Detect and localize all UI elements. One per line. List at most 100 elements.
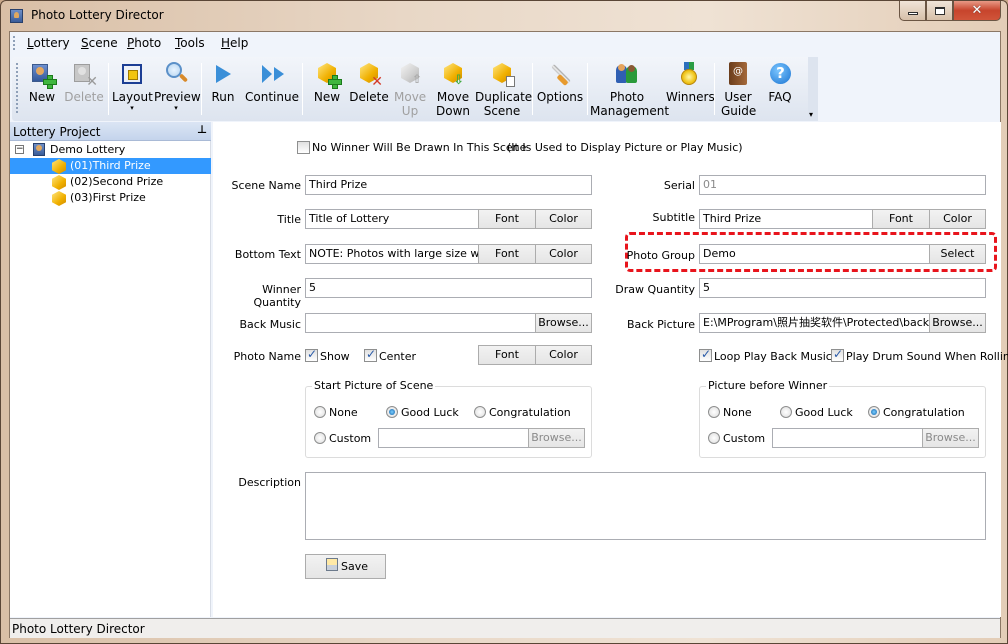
button-label-line2: Up	[401, 104, 419, 118]
collapse-icon[interactable]: −	[15, 145, 24, 154]
menu-lottery[interactable]: Lottery	[27, 36, 70, 50]
menu-tools[interactable]: Tools	[175, 36, 205, 50]
description-textarea[interactable]	[305, 472, 986, 540]
move-up-button[interactable]: ⇧ Move Up	[394, 60, 426, 118]
winner-good-luck-radio[interactable]	[780, 406, 792, 418]
maximize-button[interactable]	[926, 1, 953, 21]
photo-group-select-button[interactable]: Select	[929, 244, 986, 264]
start-custom-input[interactable]	[378, 428, 529, 448]
save-button[interactable]: Save	[305, 554, 386, 579]
close-button[interactable]: ✕	[953, 1, 1001, 21]
subtitle-input[interactable]: Third Prize	[699, 209, 873, 229]
tree-label: (03)First Prize	[70, 191, 146, 204]
preview-button[interactable]: Preview ▾	[154, 60, 201, 118]
continue-icon	[260, 62, 284, 86]
group-title: Picture before Winner	[706, 379, 830, 392]
winner-custom-browse-button[interactable]: Browse...	[922, 428, 979, 448]
winner-custom-radio[interactable]	[708, 432, 720, 444]
faq-button[interactable]: ? FAQ	[764, 60, 796, 118]
loop-music-checkbox[interactable]	[699, 347, 712, 362]
scene-cube-icon	[52, 159, 66, 174]
continue-button[interactable]: Continue	[244, 60, 300, 118]
back-music-input[interactable]	[305, 313, 536, 333]
photo-name-center-checkbox[interactable]	[364, 347, 377, 362]
new-lottery-button[interactable]: New	[24, 60, 60, 118]
run-button[interactable]: Run	[208, 60, 238, 118]
winner-none-radio[interactable]	[708, 406, 720, 418]
client-area: Lottery Scene Photo Tools Help New ✕ Del…	[9, 31, 1008, 638]
tree-label: (01)Third Prize	[70, 159, 151, 172]
minimize-button[interactable]	[899, 1, 926, 21]
scene-name-input[interactable]: Third Prize	[305, 175, 592, 195]
back-picture-input[interactable]: E:\MProgram\照片抽奖软件\Protected\back.jp	[699, 313, 930, 333]
person-delete-icon: ✕	[72, 62, 98, 89]
tree-item-third-prize[interactable]: (01)Third Prize	[10, 158, 211, 174]
subtitle-color-button[interactable]: Color	[929, 209, 986, 229]
photo-management-button[interactable]: Photo Management	[590, 60, 670, 118]
start-none-radio[interactable]	[314, 406, 326, 418]
bottom-text-font-button[interactable]: Font	[478, 244, 536, 264]
button-label: Move	[436, 90, 470, 104]
new-scene-button[interactable]: New	[309, 60, 345, 118]
back-picture-browse-button[interactable]: Browse...	[929, 313, 986, 333]
winner-congratulation-radio[interactable]	[868, 406, 880, 418]
start-congratulation-radio[interactable]	[474, 406, 486, 418]
delete-scene-button[interactable]: ✕ Delete	[348, 60, 390, 118]
tree-root-demo-lottery[interactable]: − Demo Lottery	[10, 142, 211, 158]
photo-group-input[interactable]: Demo	[699, 244, 930, 264]
menu-photo[interactable]: Photo	[127, 36, 161, 50]
no-winner-checkbox[interactable]	[297, 141, 310, 154]
window-title: Photo Lottery Director	[31, 8, 164, 22]
draw-quantity-input[interactable]: 5	[699, 278, 986, 298]
menu-grip[interactable]	[13, 36, 15, 52]
button-label: Winners	[666, 90, 715, 104]
menu-label: hoto	[134, 36, 162, 50]
tree-item-first-prize[interactable]: (03)First Prize	[10, 190, 211, 206]
menu-label: elp	[230, 36, 249, 50]
move-down-button[interactable]: ⇩ Move Down	[434, 60, 472, 118]
tree-item-second-prize[interactable]: (02)Second Prize	[10, 174, 211, 190]
user-guide-button[interactable]: User Guide	[721, 60, 756, 118]
scene-cube-icon	[52, 175, 66, 190]
serial-input[interactable]: 01	[699, 175, 986, 195]
duplicate-scene-button[interactable]: Duplicate Scene	[475, 60, 532, 118]
winner-custom-input[interactable]	[772, 428, 923, 448]
layout-button[interactable]: Layout ▾	[112, 60, 153, 118]
cube-delete-icon: ✕	[357, 62, 383, 89]
scene-cube-icon	[52, 191, 66, 206]
button-label: New	[28, 90, 56, 104]
menu-help[interactable]: Help	[221, 36, 248, 50]
title-color-button[interactable]: Color	[535, 209, 592, 229]
options-button[interactable]: Options	[536, 60, 584, 118]
winners-button[interactable]: Winners	[666, 60, 715, 118]
title-font-button[interactable]: Font	[478, 209, 536, 229]
title-input[interactable]: Title of Lottery	[305, 209, 479, 229]
photo-name-color-button[interactable]: Color	[535, 345, 592, 365]
subtitle-font-button[interactable]: Font	[872, 209, 930, 229]
no-winner-label: No Winner Will Be Drawn In This Scene	[312, 141, 527, 154]
photo-name-font-button[interactable]: Font	[478, 345, 536, 365]
back-music-browse-button[interactable]: Browse...	[535, 313, 592, 333]
toolbar-grip[interactable]	[16, 63, 18, 115]
project-tree: − Demo Lottery (01)Third Prize (02)Secon…	[10, 142, 211, 206]
drum-sound-checkbox[interactable]	[831, 347, 844, 362]
app-window: Photo Lottery Director ✕ Lottery Scene P…	[0, 0, 1008, 644]
bottom-text-input[interactable]: NOTE: Photos with large size will ma	[305, 244, 479, 264]
play-icon	[211, 62, 235, 86]
button-label-line2: Management	[590, 104, 670, 118]
book-icon	[726, 62, 750, 86]
delete-lottery-button[interactable]: ✕ Delete	[64, 60, 104, 118]
bottom-text-color-button[interactable]: Color	[535, 244, 592, 264]
radio-label: Good Luck	[795, 406, 853, 419]
toolbar-overflow-button[interactable]: ▾	[808, 57, 818, 121]
photo-name-show-checkbox[interactable]	[305, 347, 318, 362]
start-good-luck-radio[interactable]	[386, 406, 398, 418]
start-custom-radio[interactable]	[314, 432, 326, 444]
pin-icon[interactable]: ⊥	[197, 123, 207, 136]
photo-name-show-label: Show	[320, 350, 350, 363]
scene-form: No Winner Will Be Drawn In This Scene (I…	[213, 122, 1008, 617]
menu-scene[interactable]: Scene	[81, 36, 118, 50]
start-custom-browse-button[interactable]: Browse...	[528, 428, 585, 448]
winner-quantity-input[interactable]: 5	[305, 278, 592, 298]
cube-down-icon: ⇩	[441, 62, 465, 88]
